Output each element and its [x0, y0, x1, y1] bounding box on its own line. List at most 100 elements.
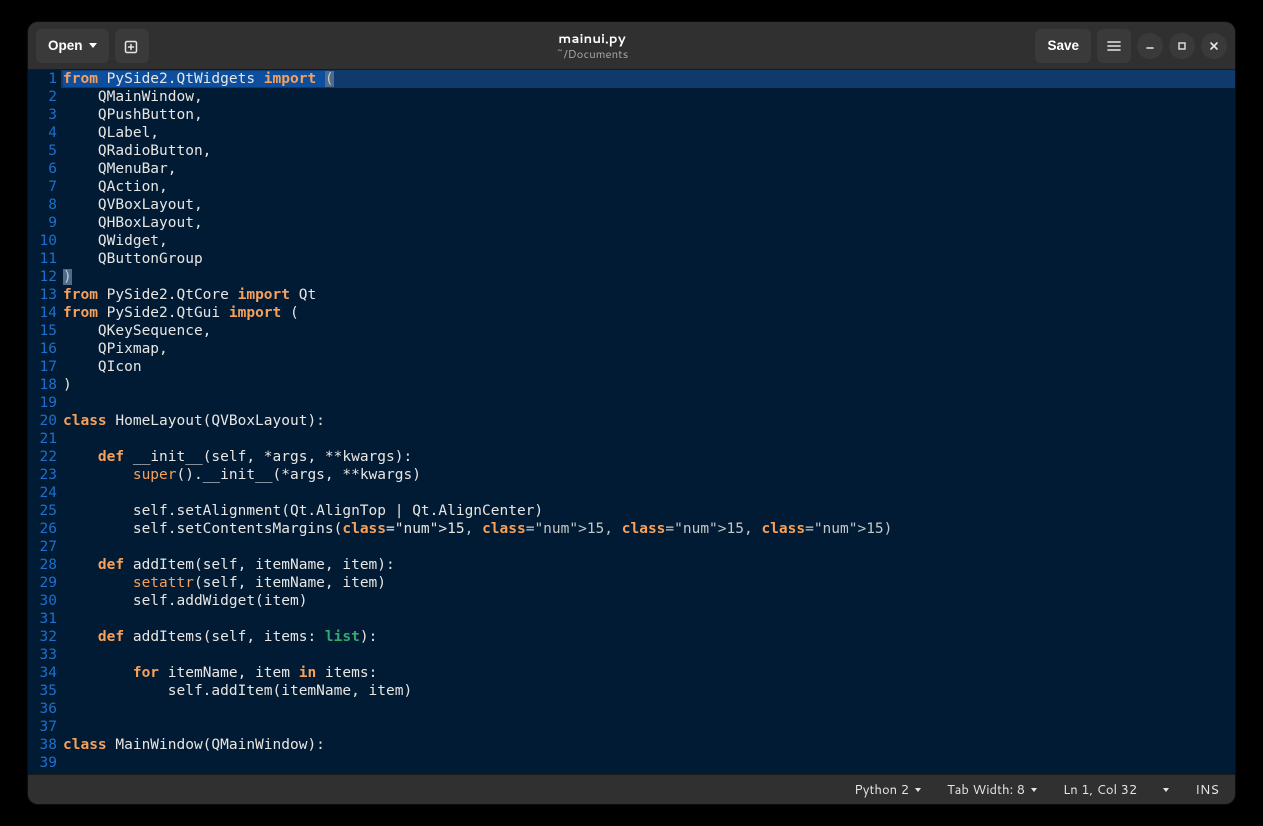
line-number: 20	[28, 412, 57, 430]
code-line[interactable]: QIcon	[61, 358, 1235, 376]
hamburger-menu-button[interactable]	[1097, 29, 1131, 63]
code-line[interactable]	[61, 646, 1235, 664]
code-line[interactable]: QMenuBar,	[61, 160, 1235, 178]
chevron-down-icon	[1031, 788, 1037, 792]
minimize-button[interactable]	[1137, 33, 1163, 59]
line-number: 18	[28, 376, 57, 394]
line-number: 15	[28, 322, 57, 340]
code-line[interactable]: def addItem(self, itemName, item):	[61, 556, 1235, 574]
line-number: 34	[28, 664, 57, 682]
code-line[interactable]: self.addWidget(item)	[61, 592, 1235, 610]
line-number: 36	[28, 700, 57, 718]
close-icon	[1208, 40, 1220, 52]
code-line[interactable]: QAction,	[61, 178, 1235, 196]
code-line[interactable]: QVBoxLayout,	[61, 196, 1235, 214]
line-number-gutter: 1234567891011121314151617181920212223242…	[28, 70, 61, 774]
new-tab-button[interactable]	[115, 29, 149, 63]
status-extra-menu[interactable]	[1163, 788, 1169, 792]
line-number: 7	[28, 178, 57, 196]
code-line[interactable]: from PySide2.QtCore import Qt	[61, 286, 1235, 304]
line-number: 38	[28, 736, 57, 754]
line-number: 32	[28, 628, 57, 646]
line-number: 39	[28, 754, 57, 772]
code-line[interactable]	[61, 754, 1235, 772]
code-line[interactable]: QPushButton,	[61, 106, 1235, 124]
code-line[interactable]: super().__init__(*args, **kwargs)	[61, 466, 1235, 484]
line-number: 1	[28, 70, 57, 88]
line-number: 23	[28, 466, 57, 484]
code-line[interactable]: class MainWindow(QMainWindow):	[61, 736, 1235, 754]
code-content[interactable]: from PySide2.QtWidgets import ( QMainWin…	[61, 70, 1235, 774]
code-line[interactable]: def __init__(self, *args, **kwargs):	[61, 448, 1235, 466]
line-number: 37	[28, 718, 57, 736]
hamburger-icon	[1106, 38, 1122, 54]
code-line[interactable]: self.addItem(itemName, item)	[61, 682, 1235, 700]
code-line[interactable]: self.setContentsMargins(class="num">15, …	[61, 520, 1235, 538]
save-button[interactable]: Save	[1035, 29, 1091, 63]
code-line[interactable]: QButtonGroup	[61, 250, 1235, 268]
line-number: 30	[28, 592, 57, 610]
line-number: 33	[28, 646, 57, 664]
line-number: 24	[28, 484, 57, 502]
status-tab-width[interactable]: Tab Width: 8	[947, 781, 1037, 799]
code-line[interactable]	[61, 718, 1235, 736]
code-line[interactable]	[61, 394, 1235, 412]
line-number: 11	[28, 250, 57, 268]
code-line[interactable]: class HomeLayout(QVBoxLayout):	[61, 412, 1235, 430]
code-line[interactable]: for itemName, item in items:	[61, 664, 1235, 682]
line-number: 14	[28, 304, 57, 322]
code-line[interactable]: QWidget,	[61, 232, 1235, 250]
line-number: 19	[28, 394, 57, 412]
status-bar: Python 2 Tab Width: 8 Ln 1, Col 32 INS	[28, 774, 1235, 804]
line-number: 27	[28, 538, 57, 556]
line-number: 4	[28, 124, 57, 142]
line-number: 2	[28, 88, 57, 106]
line-number: 3	[28, 106, 57, 124]
header-bar: Open mainui.py ~/Documents Save	[28, 22, 1235, 70]
open-label: Open	[48, 38, 83, 53]
open-button[interactable]: Open	[36, 29, 109, 63]
maximize-button[interactable]	[1169, 33, 1195, 59]
line-number: 10	[28, 232, 57, 250]
code-line[interactable]	[61, 700, 1235, 718]
code-line[interactable]: self.setAlignment(Qt.AlignTop | Qt.Align…	[61, 502, 1235, 520]
code-line[interactable]: QHBoxLayout,	[61, 214, 1235, 232]
code-line[interactable]: )	[61, 376, 1235, 394]
code-line[interactable]: QRadioButton,	[61, 142, 1235, 160]
line-number: 21	[28, 430, 57, 448]
status-cursor-position[interactable]: Ln 1, Col 32	[1063, 781, 1137, 799]
line-number: 22	[28, 448, 57, 466]
code-line[interactable]: QPixmap,	[61, 340, 1235, 358]
chevron-down-icon	[915, 788, 921, 792]
line-number: 6	[28, 160, 57, 178]
minimize-icon	[1144, 40, 1156, 52]
code-line[interactable]	[61, 610, 1235, 628]
line-number: 31	[28, 610, 57, 628]
code-line[interactable]: from PySide2.QtGui import (	[61, 304, 1235, 322]
code-line[interactable]: QMainWindow,	[61, 88, 1235, 106]
code-line[interactable]: )	[61, 268, 1235, 286]
code-line[interactable]	[61, 484, 1235, 502]
line-number: 13	[28, 286, 57, 304]
code-line[interactable]: setattr(self, itemName, item)	[61, 574, 1235, 592]
chevron-down-icon	[89, 43, 97, 48]
code-line[interactable]: QKeySequence,	[61, 322, 1235, 340]
line-number: 26	[28, 520, 57, 538]
line-number: 25	[28, 502, 57, 520]
window-subtitle: ~/Documents	[155, 47, 1030, 60]
editor-area[interactable]: 1234567891011121314151617181920212223242…	[28, 70, 1235, 774]
line-number: 5	[28, 142, 57, 160]
code-line[interactable]	[61, 538, 1235, 556]
save-label: Save	[1047, 38, 1079, 53]
code-line[interactable]: def addItems(self, items: list):	[61, 628, 1235, 646]
code-line[interactable]: QLabel,	[61, 124, 1235, 142]
code-line[interactable]	[61, 430, 1235, 448]
line-number: 8	[28, 196, 57, 214]
status-language[interactable]: Python 2	[854, 781, 921, 799]
code-line[interactable]: from PySide2.QtWidgets import (	[61, 70, 1235, 88]
status-insert-mode[interactable]: INS	[1195, 781, 1219, 799]
chevron-down-icon	[1163, 788, 1169, 792]
maximize-icon	[1176, 40, 1188, 52]
editor-window: Open mainui.py ~/Documents Save	[28, 22, 1235, 804]
close-button[interactable]	[1201, 33, 1227, 59]
